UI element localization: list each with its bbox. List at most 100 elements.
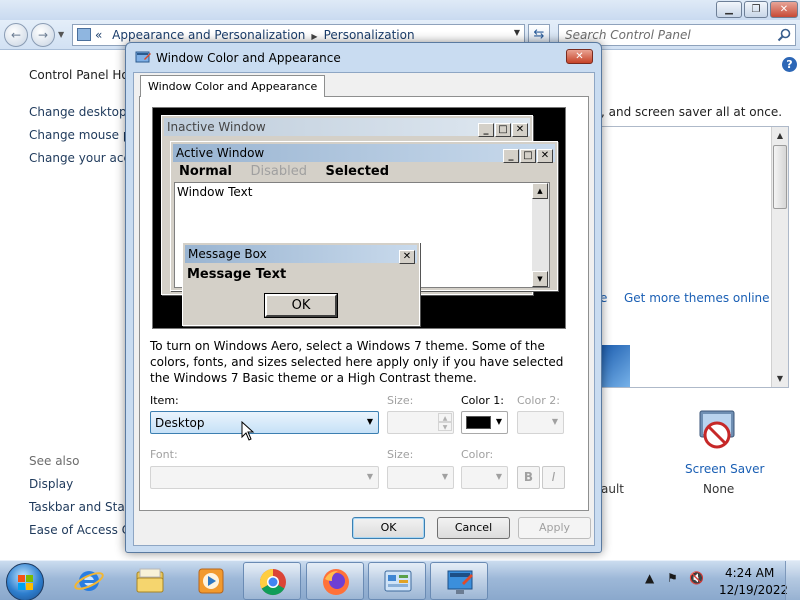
chevron-down-icon: ▼ <box>495 417 502 426</box>
mouse-cursor-icon <box>241 421 255 441</box>
item-select-value: Desktop <box>155 416 205 430</box>
see-also-display-link[interactable]: Display <box>29 477 73 491</box>
back-arrow-icon: ← <box>10 28 22 42</box>
breadcrumb-separator-icon[interactable]: ▶ <box>305 32 323 41</box>
internet-explorer-icon <box>74 571 104 591</box>
screen-saver-icon[interactable] <box>692 405 742 455</box>
close-button[interactable]: ✕ <box>770 1 798 18</box>
back-button[interactable]: ← <box>4 23 28 47</box>
preview-menu-disabled[interactable]: Disabled <box>251 164 307 179</box>
size-label: Size: <box>387 394 414 407</box>
font-label: Font: <box>150 448 178 461</box>
preview-active-titlebar[interactable]: Active Window _ □ ✕ <box>173 144 555 163</box>
taskbar-internet-explorer[interactable] <box>60 562 118 600</box>
get-more-themes-link[interactable]: Get more themes online <box>624 291 770 305</box>
cancel-button[interactable]: Cancel <box>437 517 510 539</box>
chrome-icon <box>259 568 286 596</box>
forward-button[interactable]: → <box>31 23 55 47</box>
theme-thumbnail[interactable] <box>602 345 630 387</box>
color1-picker[interactable]: ▼ <box>461 411 508 434</box>
preview-active-title: Active Window <box>176 146 265 160</box>
preview-scroll-down-icon: ▼ <box>532 271 548 287</box>
preview-minimize-icon: _ <box>503 149 519 163</box>
clock-date[interactable]: 12/19/2022 <box>719 583 788 597</box>
dialog-body: Window Color and Appearance Inactive Win… <box>133 72 595 546</box>
close-icon: ✕ <box>575 51 584 62</box>
start-button[interactable] <box>6 563 44 600</box>
preview-close-icon: ✕ <box>399 250 415 264</box>
preview-message-box[interactable]: Message Box ✕ Message Text OK <box>182 242 420 326</box>
tab-window-color-appearance[interactable]: Window Color and Appearance <box>140 75 326 97</box>
font-color-label: Color: <box>461 448 494 461</box>
help-icon[interactable]: ? <box>782 57 797 72</box>
recent-pages-dropdown-icon[interactable]: ▼ <box>58 30 64 39</box>
taskbar-personalization[interactable] <box>430 562 488 600</box>
breadcrumb: « Appearance and Personalization ▶ Persona… <box>95 28 415 42</box>
font-size-label: Size: <box>387 448 414 461</box>
preview-menu-bar[interactable]: Normal Disabled Selected <box>179 164 403 179</box>
action-center-flag-icon[interactable]: ⚑ <box>667 571 678 585</box>
preview-ok-button[interactable]: OK <box>264 293 338 318</box>
ok-button[interactable]: OK <box>352 517 425 539</box>
taskbar: ▲ ⚑ 🔇 4:24 AM 12/19/2022 <box>0 560 800 600</box>
control-panel-icon <box>77 28 91 41</box>
breadcrumb-item-personalization[interactable]: Personalization <box>324 28 415 42</box>
spin-down-icon: ▼ <box>438 422 452 431</box>
firefox-icon <box>323 569 349 595</box>
taskbar-firefox[interactable] <box>306 562 364 600</box>
change-account-picture-link[interactable]: Change your acco <box>29 151 137 165</box>
scroll-thumb[interactable] <box>773 145 787 209</box>
preview-menu-selected[interactable]: Selected <box>326 164 390 179</box>
show-hidden-icons-icon[interactable]: ▲ <box>645 571 654 585</box>
bold-button[interactable]: B <box>517 466 540 489</box>
color1-label: Color 1: <box>461 394 504 407</box>
minimize-button[interactable]: ▁ <box>716 1 742 18</box>
change-mouse-pointers-link[interactable]: Change mouse po <box>29 128 138 142</box>
color2-picker[interactable]: ▼ <box>517 411 564 434</box>
preview-message-box-titlebar[interactable]: Message Box ✕ <box>185 245 417 264</box>
preview-scroll-up-icon: ▲ <box>532 183 548 199</box>
scroll-up-icon[interactable]: ▲ <box>772 127 788 144</box>
size-spinner-arrows[interactable]: ▲ ▼ <box>438 413 452 432</box>
screen-saver-link[interactable]: Screen Saver <box>685 462 764 476</box>
taskbar-chrome[interactable] <box>243 562 301 600</box>
font-size-select[interactable]: ▼ <box>387 466 454 489</box>
preview-inactive-titlebar[interactable]: Inactive Window _ □ ✕ <box>164 118 530 137</box>
clock-time[interactable]: 4:24 AM <box>725 566 774 580</box>
taskbar-media-player[interactable] <box>182 562 240 600</box>
address-dropdown-icon[interactable]: ▼ <box>514 28 520 37</box>
font-color-picker[interactable]: ▼ <box>461 466 508 489</box>
dialog-close-button[interactable]: ✕ <box>566 49 593 64</box>
themes-scrollbar[interactable]: ▲ ▼ <box>771 127 788 387</box>
taskbar-control-panel[interactable] <box>368 562 426 600</box>
item-select[interactable]: Desktop ▼ <box>150 411 379 434</box>
dialog-title: Window Color and Appearance <box>156 51 341 65</box>
chevron-down-icon: ▼ <box>366 417 373 426</box>
aero-instructions: To turn on Windows Aero, select a Window… <box>150 339 564 385</box>
volume-muted-icon[interactable]: 🔇 <box>689 571 704 585</box>
search-icon[interactable] <box>777 28 791 42</box>
themes-list[interactable]: ▲ ▼ <box>601 126 789 388</box>
apply-button[interactable]: Apply <box>518 517 591 539</box>
breadcrumb-overflow-chevron[interactable]: « <box>95 28 102 42</box>
control-panel-home-link[interactable]: Control Panel Hor <box>29 68 134 82</box>
maximize-button[interactable]: ❐ <box>744 1 768 18</box>
appearance-preview[interactable]: Inactive Window _ □ ✕ Active Window _ □ ✕ <box>152 107 566 329</box>
preview-maximize-icon: □ <box>495 123 511 137</box>
refresh-icon: ⇆ <box>533 27 545 42</box>
preview-scrollbar[interactable]: ▲ ▼ <box>532 183 549 287</box>
breadcrumb-item-appearance[interactable]: Appearance and Personalization <box>106 28 305 42</box>
folder-icon <box>136 568 164 593</box>
forward-arrow-icon: → <box>37 28 49 42</box>
show-desktop-button[interactable] <box>785 561 800 600</box>
dialog-window-icon <box>135 51 151 63</box>
scroll-down-icon[interactable]: ▼ <box>772 370 788 387</box>
preview-menu-normal[interactable]: Normal <box>179 164 232 179</box>
font-select[interactable]: ▼ <box>150 466 379 489</box>
preview-inactive-title: Inactive Window <box>167 120 266 134</box>
change-desktop-icons-link[interactable]: Change desktop ic <box>29 105 140 119</box>
italic-button[interactable]: I <box>542 466 565 489</box>
personalization-icon <box>447 570 473 594</box>
size-spinner[interactable]: ▲ ▼ <box>387 411 454 434</box>
taskbar-windows-explorer[interactable] <box>121 562 179 600</box>
